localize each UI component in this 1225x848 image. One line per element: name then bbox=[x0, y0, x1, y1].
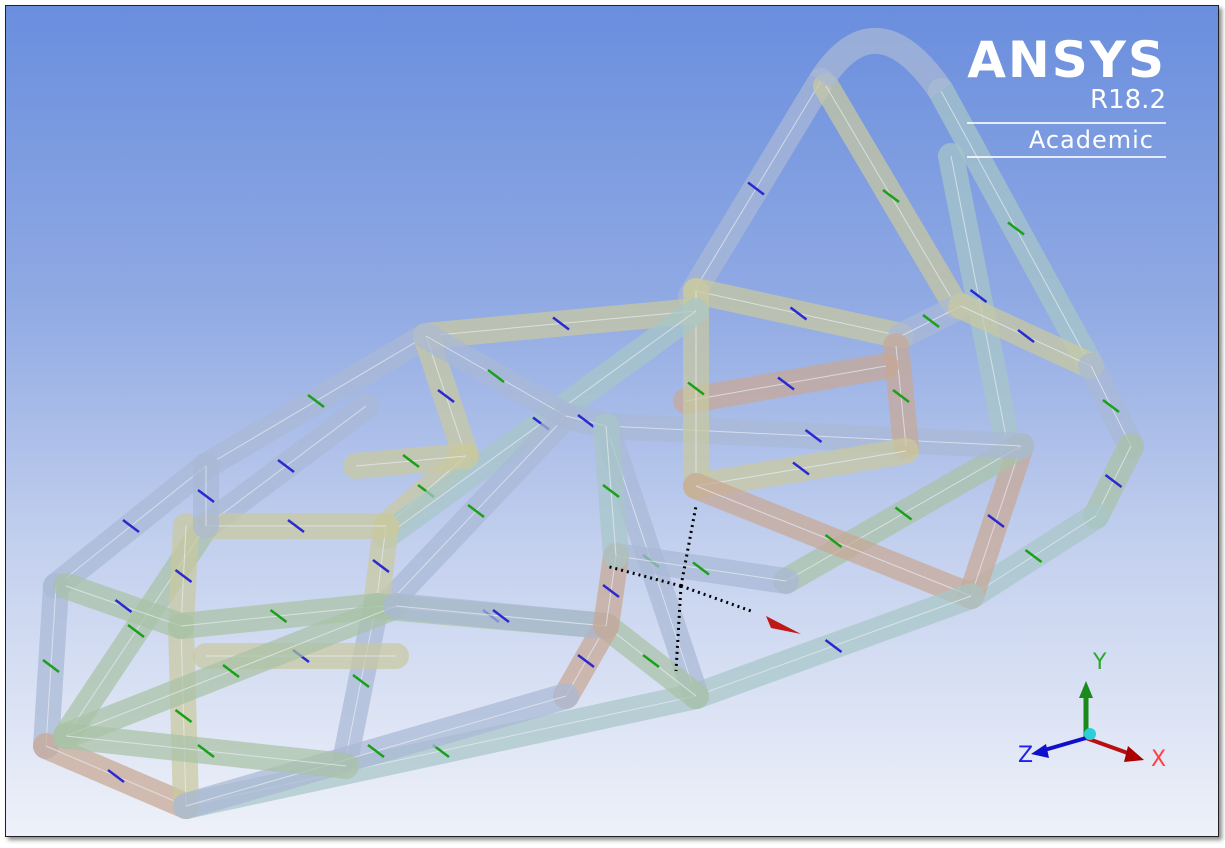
graphics-viewport[interactable]: ANSYS R18.2 Academic Y X Z bbox=[5, 5, 1219, 837]
local-x-arrow-icon bbox=[766, 616, 801, 634]
local-coordinate-axis bbox=[680, 584, 752, 613]
ansys-logo: ANSYS R18.2 Academic bbox=[967, 34, 1166, 158]
logo-edition: Academic bbox=[967, 122, 1166, 158]
logo-name: ANSYS bbox=[967, 31, 1166, 89]
logo-version: R18.2 bbox=[1090, 85, 1166, 115]
